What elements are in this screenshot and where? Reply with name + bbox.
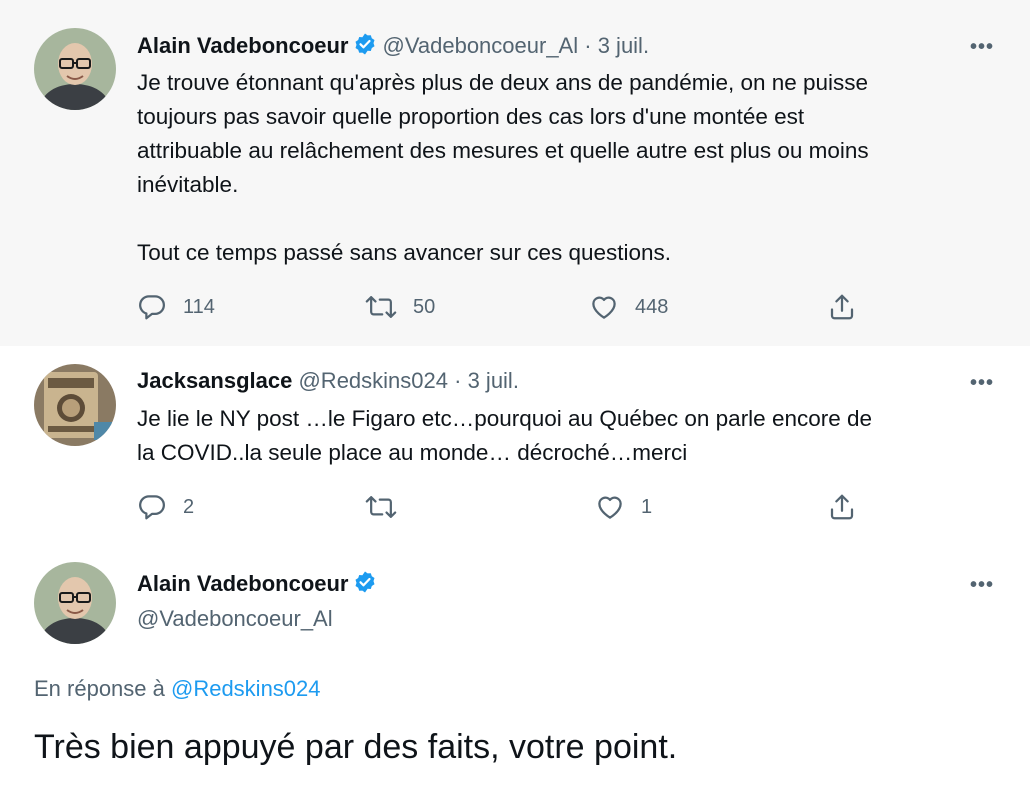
retweet-icon: [365, 292, 397, 322]
reply-icon: [137, 292, 167, 322]
separator-dot: ·: [584, 33, 592, 58]
reply-button[interactable]: 2: [137, 492, 194, 522]
more-options-icon[interactable]: •••: [970, 36, 994, 59]
heart-icon: [589, 292, 619, 322]
more-options-icon[interactable]: •••: [970, 574, 994, 597]
retweet-count: 50: [413, 295, 436, 318]
avatar[interactable]: [34, 28, 116, 110]
tweet-text: Je lie le NY post …le Figaro etc…pourquo…: [137, 406, 873, 465]
reply-count: 114: [183, 295, 215, 318]
author-handle[interactable]: @Vadeboncoeur_Al: [383, 33, 579, 58]
tweet-text: Très bien appuyé par des faits, votre po…: [34, 728, 678, 766]
separator-dot: ·: [454, 368, 462, 393]
heart-icon: [595, 492, 625, 522]
tweet-1[interactable]: Alain Vadeboncoeur @Vadeboncoeur_Al · 3 j…: [0, 0, 1030, 346]
like-count: 1: [641, 495, 653, 518]
tweet-date[interactable]: 3 juil.: [598, 33, 649, 58]
like-button[interactable]: 448: [589, 292, 668, 322]
tweet-date[interactable]: 3 juil.: [468, 368, 519, 393]
verified-badge-icon: [353, 570, 377, 600]
reply-button[interactable]: 114: [137, 292, 215, 322]
avatar[interactable]: [34, 364, 116, 446]
author-name[interactable]: Jacksansglace: [137, 368, 292, 393]
retweet-icon: [365, 492, 397, 522]
replying-to: En réponse à @Redskins024: [34, 676, 321, 702]
reply-count: 2: [183, 495, 195, 518]
replying-prefix: En réponse à: [34, 676, 171, 701]
author-name[interactable]: Alain Vadeboncoeur: [137, 571, 349, 596]
like-count: 448: [635, 295, 669, 318]
tweet-text: Je trouve étonnant qu'après plus de deux…: [137, 70, 869, 265]
author-name[interactable]: Alain Vadeboncoeur: [137, 33, 349, 58]
share-icon: [827, 292, 857, 322]
tweet-actions: 2 1: [137, 492, 857, 526]
avatar[interactable]: [34, 562, 116, 644]
author-handle[interactable]: @Redskins024: [298, 368, 448, 393]
replying-mention-link[interactable]: @Redskins024: [171, 676, 321, 701]
tweet-3-focused[interactable]: Alain Vadeboncoeur @Vadeboncoeur_Al ••• …: [0, 542, 1030, 792]
author-handle[interactable]: @Vadeboncoeur_Al: [137, 606, 333, 631]
retweet-button[interactable]: 50: [365, 292, 435, 322]
share-button[interactable]: [827, 292, 857, 322]
share-button[interactable]: [827, 492, 857, 522]
reply-icon: [137, 492, 167, 522]
share-icon: [827, 492, 857, 522]
verified-badge-icon: [353, 32, 377, 62]
retweet-button[interactable]: [365, 492, 413, 522]
more-options-icon[interactable]: •••: [970, 372, 994, 395]
tweet-2[interactable]: Jacksansglace @Redskins024 · 3 juil. •••…: [0, 346, 1030, 542]
like-button[interactable]: 1: [595, 492, 652, 522]
tweet-actions: 114 50 448: [137, 292, 857, 326]
